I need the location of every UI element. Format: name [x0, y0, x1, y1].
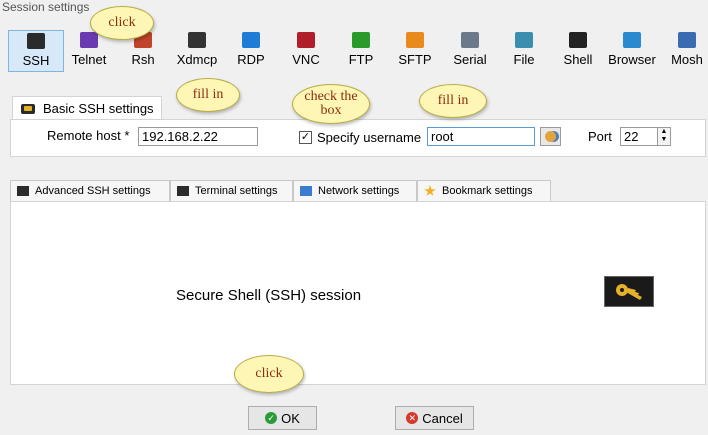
session-type-label: Telnet [71, 52, 107, 67]
key-icon [21, 103, 35, 114]
session-type-rdp[interactable]: RDP [226, 30, 276, 70]
terminal-icon [177, 186, 189, 196]
session-type-label: RDP [237, 52, 265, 67]
tab-network-settings[interactable]: Network settings [293, 180, 417, 202]
remote-host-input[interactable]: 192.168.2.22 [138, 127, 258, 146]
session-type-vnc[interactable]: VNC [281, 30, 331, 70]
annotation-check-box-line2: box [320, 103, 342, 118]
username-input[interactable]: root [427, 127, 535, 146]
annotation-fill-username: fill in [419, 84, 487, 118]
annotation-click-ok: click [234, 355, 304, 393]
mosh-icon [678, 32, 696, 48]
check-circle-icon: ✓ [265, 412, 278, 424]
xdmcp-icon [188, 32, 206, 48]
port-stepper[interactable]: ▲ ▼ [657, 127, 671, 146]
session-type-ftp[interactable]: FTP [336, 30, 386, 70]
session-type-ssh[interactable]: SSH [8, 30, 64, 72]
key-icon [27, 33, 45, 49]
telnet-icon [80, 32, 98, 48]
rdp-icon [242, 32, 260, 48]
session-type-mosh[interactable]: Mosh [662, 30, 708, 70]
network-icon [300, 186, 312, 196]
browser-icon [623, 32, 641, 48]
session-type-sftp[interactable]: SFTP [390, 30, 440, 70]
serial-icon [461, 32, 479, 48]
shell-icon [569, 32, 587, 48]
cancel-circle-icon: ✕ [406, 412, 419, 424]
tab-label: Network settings [318, 185, 400, 197]
annotation-click-ssh: click [90, 6, 154, 40]
tab-advanced-ssh-settings[interactable]: Advanced SSH settings [10, 180, 170, 202]
tab-basic-ssh-label: Basic SSH settings [43, 101, 154, 116]
remote-host-label: Remote host * [47, 128, 130, 143]
session-type-label: Browser [608, 52, 656, 67]
user-icon [545, 131, 556, 142]
session-type-label: VNC [292, 52, 320, 67]
session-type-xdmcp[interactable]: Xdmcp [172, 30, 222, 70]
annotation-fill-host: fill in [176, 78, 240, 112]
session-type-label: Mosh [671, 52, 703, 67]
port-label: Port [588, 129, 612, 144]
session-type-label: Xdmcp [176, 52, 218, 67]
session-type-label: Serial [453, 52, 487, 67]
session-type-label: Shell [563, 52, 593, 67]
ftp-icon [352, 32, 370, 48]
tab-label: Advanced SSH settings [35, 185, 151, 197]
vnc-icon [297, 32, 315, 48]
tab-bookmark-settings[interactable]: Bookmark settings [417, 180, 551, 202]
cancel-label: Cancel [422, 410, 463, 426]
sftp-icon [406, 32, 424, 48]
session-type-label: Rsh [131, 52, 155, 67]
session-type-shell[interactable]: Shell [553, 30, 603, 70]
session-type-label: SSH [22, 53, 50, 68]
annotation-check-box: check the box [292, 84, 370, 124]
tab-label: Terminal settings [195, 185, 278, 197]
session-type-browser[interactable]: Browser [607, 30, 657, 70]
file-icon [515, 32, 533, 48]
tab-basic-ssh-settings[interactable]: Basic SSH settings [12, 96, 162, 120]
ok-button[interactable]: ✓ OK [248, 406, 317, 430]
session-type-file[interactable]: File [499, 30, 549, 70]
tab-label: Bookmark settings [442, 185, 533, 197]
window-title: Session settings [2, 0, 90, 14]
port-input[interactable]: 22 [620, 127, 658, 146]
annotation-check-box-line1: check the [304, 89, 358, 104]
tab-terminal-settings[interactable]: Terminal settings [170, 180, 293, 202]
user-manager-button[interactable] [540, 127, 561, 146]
specify-username-label: Specify username [317, 130, 422, 145]
session-type-label: File [513, 52, 535, 67]
key-icon [604, 276, 654, 307]
session-type-serial[interactable]: Serial [445, 30, 495, 70]
session-description: Secure Shell (SSH) session [176, 287, 362, 304]
ok-label: OK [281, 410, 300, 426]
star-icon [424, 185, 436, 196]
session-type-label: FTP [348, 52, 374, 67]
key-icon [17, 186, 29, 196]
specify-username-checkbox[interactable]: ✓ [299, 131, 312, 144]
session-type-label: SFTP [398, 52, 432, 67]
cancel-button[interactable]: ✕ Cancel [395, 406, 474, 430]
